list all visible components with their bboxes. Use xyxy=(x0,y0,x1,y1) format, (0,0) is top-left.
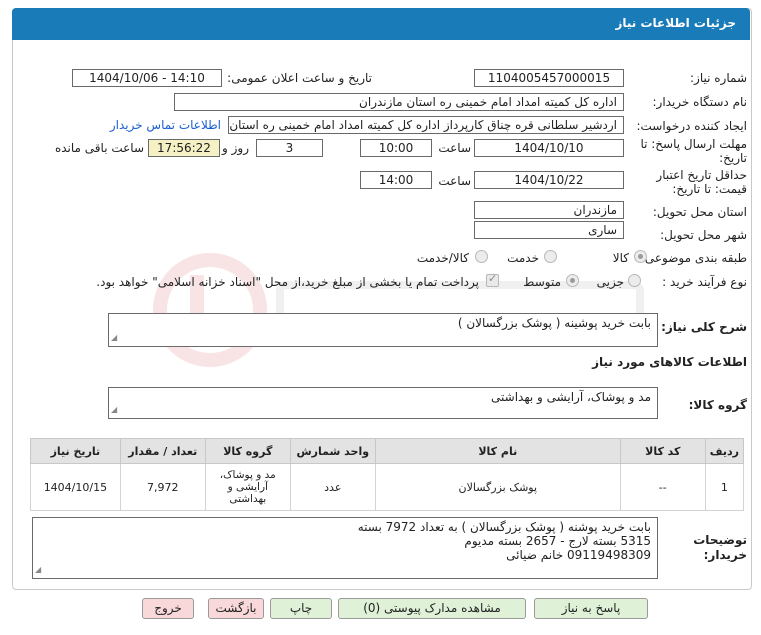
process-radio-medium[interactable] xyxy=(566,274,579,287)
summary-text: بابت خرید پوشینه ( پوشک بزرگسالان ) xyxy=(457,316,651,330)
cell-need-date: 1404/10/15 xyxy=(30,463,121,511)
cell-row-number: 1 xyxy=(704,463,745,511)
table-header-row: ردیف کد کالا نام کالا واحد شمارش گروه کا… xyxy=(30,438,745,464)
deadline-label-date: تاریخ: xyxy=(719,151,747,165)
back-button[interactable]: بازگشت xyxy=(208,598,264,619)
deadline-time-label: ساعت xyxy=(438,141,471,155)
category-option-service: خدمت xyxy=(507,251,539,265)
announce-date-field[interactable]: 1404/10/06 - 14:10 xyxy=(72,69,222,87)
resize-grip-icon[interactable]: ◢ xyxy=(111,402,117,417)
buyer-notes-label-2: خریدار: xyxy=(703,548,747,562)
col-row-number: ردیف xyxy=(704,438,745,464)
print-button[interactable]: چاپ xyxy=(270,598,332,619)
process-option-minor: جزیی xyxy=(596,275,624,289)
col-unit: واحد شمارش xyxy=(289,438,376,464)
resize-grip-icon[interactable]: ◢ xyxy=(111,330,117,345)
cell-goods-code: -- xyxy=(619,463,706,511)
remaining-time-label: ساعت باقی مانده xyxy=(54,141,144,155)
city-label: شهر محل تحویل: xyxy=(660,228,747,242)
goods-group-label: گروه کالا: xyxy=(688,398,747,412)
requester-label: ایجاد کننده درخواست: xyxy=(636,119,747,133)
buyer-notes-line: بابت خرید پوشنه ( پوشک بزرگسالان ) به تع… xyxy=(357,520,651,534)
process-option-medium: متوسط xyxy=(523,275,561,289)
category-option-goods-service: کالا/خدمت xyxy=(416,251,469,265)
buyer-contact-link[interactable]: اطلاعات تماس خریدار xyxy=(110,118,221,132)
validity-date-field[interactable]: 1404/10/22 xyxy=(474,171,624,189)
days-remaining-field[interactable]: 3 xyxy=(256,139,323,157)
col-goods-code: کد کالا xyxy=(619,438,706,464)
days-and-label: روز و xyxy=(222,141,249,155)
province-field[interactable]: مازندران xyxy=(474,201,624,219)
resize-grip-icon[interactable]: ◢ xyxy=(35,563,41,577)
buyer-notes-line: 5315 بسته لارج - 2657 بسته مدیوم xyxy=(464,534,651,548)
view-attachments-button[interactable]: مشاهده مدارک پیوستی (0) xyxy=(338,598,526,619)
validity-time-label: ساعت xyxy=(438,174,471,188)
category-radio-goods[interactable] xyxy=(634,250,647,263)
deadline-label: مهلت ارسال پاسخ: تا xyxy=(640,137,747,151)
treasury-payment-checkbox[interactable] xyxy=(486,272,499,287)
goods-group-text: مد و پوشاک، آرایشی و بهداشتی xyxy=(491,390,651,404)
validity-label: حداقل تاریخ اعتبار xyxy=(656,168,747,182)
table-row[interactable]: 1 -- پوشک بزرگسالان عدد مد و پوشاک، آرای… xyxy=(30,463,745,511)
process-label: نوع فرآیند خرید : xyxy=(662,275,747,289)
process-radio-minor[interactable] xyxy=(628,274,641,287)
page-title: جزئیات اطلاعات نیاز xyxy=(615,16,736,30)
remaining-time-field[interactable]: 17:56:22 xyxy=(148,139,220,157)
goods-group-textarea[interactable]: مد و پوشاک، آرایشی و بهداشتی ◢ xyxy=(108,387,658,419)
panel-header: جزئیات اطلاعات نیاز xyxy=(12,8,750,40)
category-radio-goods-service[interactable] xyxy=(475,250,488,263)
buyer-notes-line: 09119498309 خانم ضیائی xyxy=(506,548,651,562)
requester-field[interactable]: اردشیر سلطانی قره چناق کارپرداز اداره کل… xyxy=(228,116,624,134)
summary-label: شرح کلی نیاز: xyxy=(661,320,747,334)
province-label: استان محل تحویل: xyxy=(652,205,747,219)
category-radio-service[interactable] xyxy=(544,250,557,263)
category-option-goods: کالا xyxy=(612,251,629,265)
validity-label-date: قیمت: تا تاریخ: xyxy=(672,182,747,196)
reply-button[interactable]: پاسخ به نیاز xyxy=(534,598,648,619)
validity-time-field[interactable]: 14:00 xyxy=(360,171,432,189)
deadline-time-field[interactable]: 10:00 xyxy=(360,139,432,157)
buyer-org-label: نام دستگاه خریدار: xyxy=(652,95,748,109)
cell-goods-group: مد و پوشاک، آرایشی و بهداشتی xyxy=(204,463,291,511)
col-need-date: تاریخ نیاز xyxy=(30,438,121,464)
cell-quantity: 7,972 xyxy=(119,463,206,511)
summary-textarea[interactable]: بابت خرید پوشینه ( پوشک بزرگسالان ) ◢ xyxy=(108,313,658,347)
col-goods-group: گروه کالا xyxy=(204,438,291,464)
cell-unit: عدد xyxy=(289,463,376,511)
announce-label: تاریخ و ساعت اعلان عمومی: xyxy=(227,71,372,85)
goods-table: ردیف کد کالا نام کالا واحد شمارش گروه کا… xyxy=(30,438,745,514)
buyer-notes-label: توضیحات xyxy=(693,533,747,547)
deadline-date-field[interactable]: 1404/10/10 xyxy=(474,139,624,157)
need-number-field[interactable]: 1104005457000015 xyxy=(474,69,624,87)
need-number-label: شماره نیاز: xyxy=(690,71,747,85)
category-label: طبقه بندی موضوعی: xyxy=(640,251,747,265)
goods-info-title: اطلاعات کالاهای مورد نیاز xyxy=(592,355,747,369)
exit-button[interactable]: خروج xyxy=(142,598,194,619)
treasury-payment-note: پرداخت تمام یا بخشی از مبلغ خرید،از محل … xyxy=(96,275,479,289)
buyer-org-field[interactable]: اداره کل کمیته امداد امام خمینی ره استان… xyxy=(174,93,624,111)
buyer-notes-textarea[interactable]: بابت خرید پوشنه ( پوشک بزرگسالان ) به تع… xyxy=(32,517,658,579)
col-goods-name: نام کالا xyxy=(374,438,621,464)
col-quantity: تعداد / مقدار xyxy=(119,438,206,464)
cell-goods-name: پوشک بزرگسالان xyxy=(374,463,621,511)
city-field[interactable]: ساری xyxy=(474,221,624,239)
